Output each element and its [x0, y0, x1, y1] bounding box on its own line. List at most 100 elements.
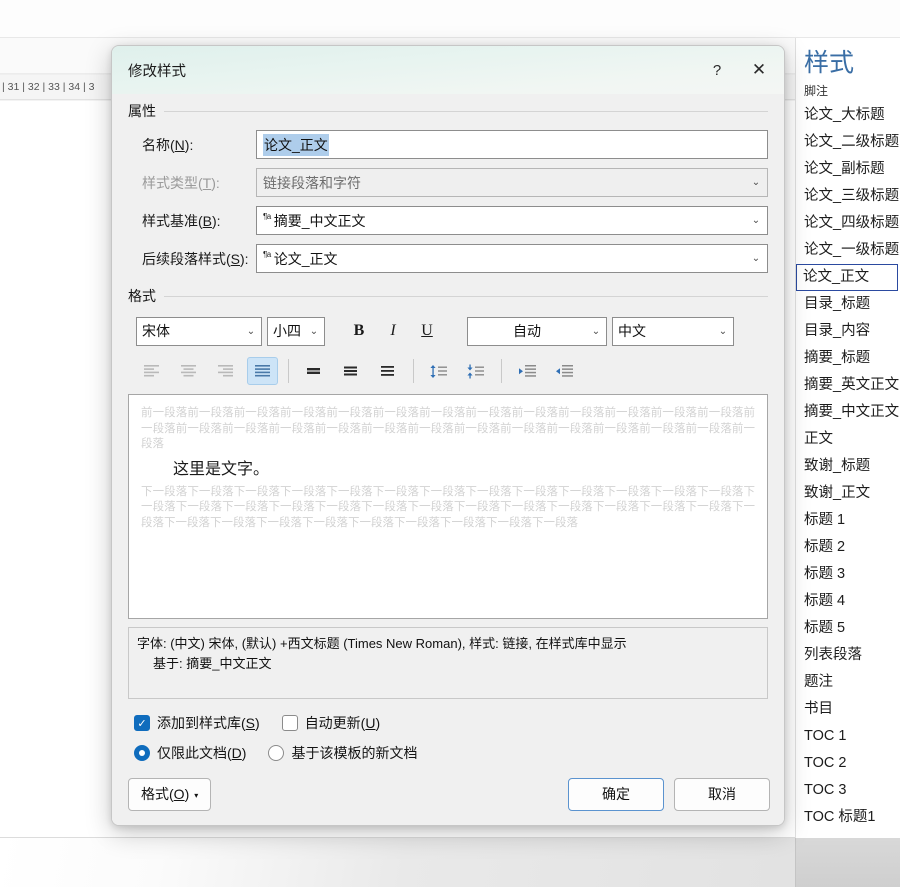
- new-documents-radio[interactable]: 基于该模板的新文档: [268, 743, 417, 763]
- ok-button[interactable]: 确定: [568, 778, 664, 811]
- style-description: 字体: (中文) 宋体, (默认) +西文标题 (Times New Roman…: [128, 627, 768, 699]
- section-divider: [164, 111, 768, 112]
- style-list-item[interactable]: 标题 1: [796, 507, 900, 534]
- chevron-down-icon[interactable]: ⌄: [745, 245, 767, 272]
- style-list-item[interactable]: 标题 5: [796, 615, 900, 642]
- preview-before-text: 前一段落前一段落前一段落前一段落前一段落前一段落前一段落前一段落前一段落前一段落…: [141, 405, 755, 452]
- style-list-item[interactable]: 致谢_标题: [796, 453, 900, 480]
- this-document-label: 仅限此文档(D): [157, 743, 246, 763]
- style-list-item[interactable]: 书目: [796, 696, 900, 723]
- style-list-item[interactable]: 脚注: [796, 82, 900, 102]
- style-list-item[interactable]: 论文_正文: [796, 264, 898, 291]
- next-style-field-row: 后续段落样式(S): ¶a 论文_正文 ⌄: [128, 244, 768, 273]
- style-list-item-label: TOC 1: [804, 728, 846, 744]
- this-document-radio[interactable]: 仅限此文档(D): [134, 743, 246, 763]
- style-list-item[interactable]: 标题 2: [796, 534, 900, 561]
- style-list-item-label: 论文_副标题: [804, 161, 885, 177]
- style-list-item[interactable]: 目录_标题: [796, 291, 900, 318]
- chevron-down-icon[interactable]: ⌄: [745, 207, 767, 234]
- close-icon[interactable]: ✕: [738, 52, 780, 88]
- description-line-1: 字体: (中文) 宋体, (默认) +西文标题 (Times New Roman…: [137, 634, 759, 654]
- style-list-item[interactable]: TOC 2: [796, 750, 900, 777]
- desktop-background-right: [795, 838, 900, 887]
- style-list-item[interactable]: 论文_一级标题: [796, 237, 900, 264]
- next-style-dropdown[interactable]: ¶a 论文_正文 ⌄: [256, 244, 768, 273]
- dialog-title: 修改样式: [128, 60, 696, 81]
- indent-decrease-icon[interactable]: [511, 357, 542, 385]
- underline-button[interactable]: U: [411, 316, 443, 346]
- style-list-item-label: 摘要_中文正文: [804, 404, 899, 420]
- section-divider: [164, 296, 768, 297]
- auto-update-checkbox[interactable]: 自动更新(U): [282, 713, 380, 733]
- style-list-item-label: 摘要_标题: [804, 350, 870, 366]
- align-right-icon[interactable]: [210, 357, 241, 385]
- line-spacing-single-icon[interactable]: [298, 357, 329, 385]
- format-section-label: 格式: [128, 286, 156, 306]
- bold-button[interactable]: B: [343, 316, 375, 346]
- style-list-item[interactable]: 摘要_标题: [796, 345, 900, 372]
- font-size-dropdown[interactable]: 小四 ⌄: [267, 317, 325, 346]
- chevron-down-icon[interactable]: ⌄: [241, 326, 261, 337]
- style-list-item[interactable]: TOC 标题1: [796, 804, 900, 831]
- name-field-row: 名称(N): 论文_正文: [128, 130, 768, 159]
- space-before-icon[interactable]: [423, 357, 454, 385]
- radio-unselected-icon: [268, 745, 284, 761]
- cancel-button[interactable]: 取消: [674, 778, 770, 811]
- align-justify-icon[interactable]: [247, 357, 278, 385]
- based-on-dropdown[interactable]: ¶a 摘要_中文正文 ⌄: [256, 206, 768, 235]
- italic-button[interactable]: I: [377, 316, 409, 346]
- style-list-item[interactable]: 摘要_英文正文: [796, 372, 900, 399]
- dialog-body: 属性 名称(N): 论文_正文 样式类型(T): 链接段落和字符 ⌄ 样式基准(…: [112, 94, 784, 826]
- dialog-title-bar: 修改样式 ? ✕: [112, 46, 784, 94]
- help-icon[interactable]: ?: [696, 52, 738, 88]
- space-after-icon[interactable]: [460, 357, 491, 385]
- style-list-item[interactable]: 列表段落: [796, 642, 900, 669]
- style-list-item[interactable]: 论文_三级标题: [796, 183, 900, 210]
- style-list-item[interactable]: 致谢_正文: [796, 480, 900, 507]
- style-list-item[interactable]: 论文_副标题: [796, 156, 900, 183]
- font-color-value: 自动: [468, 321, 586, 341]
- style-list-item[interactable]: 论文_四级标题: [796, 210, 900, 237]
- style-list-item[interactable]: 标题 4: [796, 588, 900, 615]
- preview-after-text: 下一段落下一段落下一段落下一段落下一段落下一段落下一段落下一段落下一段落下一段落…: [141, 484, 755, 531]
- indent-increase-icon[interactable]: [548, 357, 579, 385]
- style-list-item[interactable]: TOC 3: [796, 777, 900, 804]
- format-button[interactable]: 格式(O) ▾: [128, 778, 211, 811]
- style-type-value: 链接段落和字符: [257, 173, 745, 193]
- properties-section-label: 属性: [128, 101, 156, 121]
- add-to-gallery-checkbox[interactable]: ✓ 添加到样式库(S): [134, 713, 260, 733]
- align-left-icon[interactable]: [136, 357, 167, 385]
- style-list-item-label: 论文_正文: [803, 269, 869, 285]
- font-color-dropdown[interactable]: 自动 ⌄: [467, 317, 607, 346]
- chevron-down-icon[interactable]: ⌄: [586, 326, 606, 337]
- chevron-down-icon[interactable]: ⌄: [304, 326, 324, 337]
- style-list-item-label: 列表段落: [804, 647, 862, 663]
- chevron-down-icon[interactable]: ⌄: [713, 326, 733, 337]
- style-type-label: 样式类型(T):: [128, 173, 256, 193]
- language-dropdown[interactable]: 中文 ⌄: [612, 317, 734, 346]
- font-family-value: 宋体: [137, 321, 241, 341]
- style-list-item-label: 论文_一级标题: [804, 242, 899, 258]
- style-name-value: 论文_正文: [263, 134, 329, 156]
- checkbox-options-row: ✓ 添加到样式库(S) 自动更新(U): [128, 713, 768, 733]
- style-list-item[interactable]: 题注: [796, 669, 900, 696]
- style-list-item[interactable]: 目录_内容: [796, 318, 900, 345]
- align-center-icon[interactable]: [173, 357, 204, 385]
- style-list-item-label: 标题 3: [804, 566, 845, 582]
- font-family-dropdown[interactable]: 宋体 ⌄: [136, 317, 262, 346]
- style-list-item[interactable]: 论文_大标题: [796, 102, 900, 129]
- new-documents-label: 基于该模板的新文档: [291, 743, 417, 763]
- style-list-item[interactable]: 正文: [796, 426, 900, 453]
- based-on-value: 摘要_中文正文: [274, 211, 366, 231]
- line-spacing-double-icon[interactable]: [372, 357, 403, 385]
- line-spacing-1-5-icon[interactable]: [335, 357, 366, 385]
- style-list-item[interactable]: 摘要_中文正文: [796, 399, 900, 426]
- style-list-item-label: TOC 2: [804, 755, 846, 771]
- style-list-item[interactable]: 标题 3: [796, 561, 900, 588]
- style-list-item-label: 致谢_正文: [804, 485, 870, 501]
- style-list-item[interactable]: TOC 1: [796, 723, 900, 750]
- description-line-2: 基于: 摘要_中文正文: [137, 654, 759, 674]
- next-style-value: 论文_正文: [274, 249, 338, 269]
- style-name-input[interactable]: 论文_正文: [256, 130, 768, 159]
- style-list-item[interactable]: 论文_二级标题: [796, 129, 900, 156]
